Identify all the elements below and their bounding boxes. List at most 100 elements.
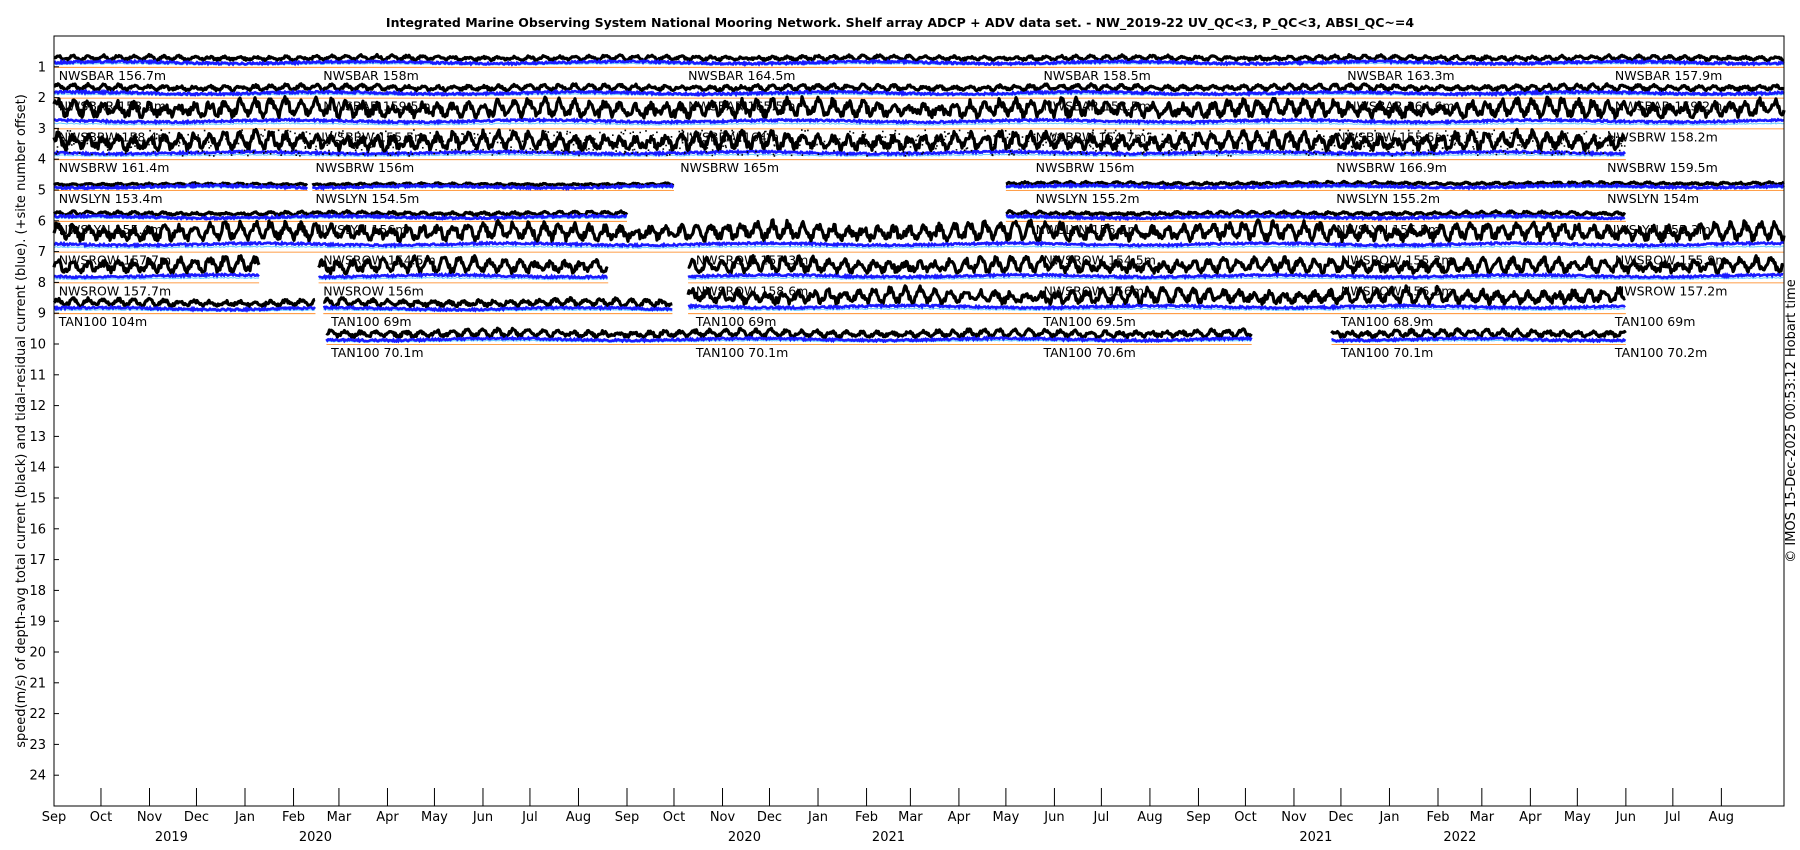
chart-figure: Integrated Marine Observing System Natio… [14,15,1799,845]
total-current-trace [53,52,1785,63]
site-label: NWSLYN 154m [1607,191,1699,206]
site-label: NWSBAR 163.3m [1347,68,1454,83]
total-current-trace [325,326,1253,340]
x-tick-label: Feb [282,810,305,825]
site-label: NWSROW 155.2m [1341,253,1453,268]
year-label: 2021 [1299,830,1332,845]
site-label: NWSBRW 155.5m [1336,129,1447,144]
site-label: NWSROW 154.5m [1043,253,1155,268]
x-tick-label: Sep [1186,810,1211,825]
y-tick-label: 19 [29,615,46,630]
y-tick-label: 14 [29,461,46,476]
year-label: 2020 [299,830,332,845]
residual-current-trace [318,271,608,281]
x-tick-label: Dec [1328,810,1353,825]
y-tick-label: 5 [38,184,46,199]
site-label: NWSBAR 157.9m [1615,68,1722,83]
x-tick-label: Mar [327,810,352,825]
x-tick-label: Feb [1426,810,1449,825]
site-label: NWSLYN 155.2m [1036,191,1140,206]
y-tick-label: 3 [38,122,46,137]
site-label: TAN100 70.6m [1042,345,1135,360]
x-tick-label: Mar [898,810,923,825]
site-label: NWSLYN 153.4m [59,191,163,206]
x-tick-label: Jun [1615,810,1636,825]
x-tick-label: Jun [1043,810,1064,825]
site-label: TAN100 104m [58,314,147,329]
y-tick-label: 22 [29,707,46,722]
site-label: NWSBRW 155.5m [315,129,426,144]
y-tick-label: 15 [29,492,46,507]
y-tick-label: 7 [38,245,46,260]
site-label: TAN100 69m [695,314,776,329]
x-tick-label: Dec [757,810,782,825]
site-label: NWSROW 157.7m [59,253,171,268]
x-tick-label: Jan [1378,810,1399,825]
site-label: NWSROW 157.7m [59,283,171,298]
site-label: NWSLYN 155.2m [1336,191,1440,206]
x-tick-label: Aug [1709,810,1734,825]
site-label: NWSBRW 159.5m [1607,160,1718,175]
site-label: TAN100 69m [1614,314,1695,329]
site-label: NWSBRW 156m [315,160,414,175]
site-label: NWSROW 156.5m [1341,283,1453,298]
site-label: NWSLYN 156m [315,222,407,237]
y-tick-label: 23 [29,738,46,753]
x-tick-label: Apr [376,810,399,825]
x-tick-label: Aug [566,810,591,825]
y-tick-label: 21 [29,676,46,691]
x-tick-label: Jul [521,810,538,825]
site-label: TAN100 69.5m [1042,314,1135,329]
site-label: NWSBAR 156.7m [59,68,166,83]
site-label: NWSLYN 155.4m [59,222,163,237]
y-tick-label: 10 [29,338,46,353]
site-label: NWSLYN 156.5m [1336,222,1440,237]
x-tick-label: Oct [663,810,685,825]
site-label: NWSBAR 165.5m [688,99,795,114]
site-label: NWSLYN 154.5m [315,191,419,206]
site-label: TAN100 70.1m [695,345,788,360]
site-label: NWSBRW 158.4m [59,129,170,144]
site-label: NWSROW 154.5m [323,253,435,268]
x-tick-label: Nov [137,810,163,825]
residual-current-trace [687,302,1626,312]
y-tick-label: 8 [38,276,46,291]
site-label: NWSBRW 166.9m [1336,160,1447,175]
site-label: NWSLYN 156.5m [1036,222,1140,237]
site-label: NWSLYN 155.3m [1607,222,1711,237]
site-label: NWSBRW 154.7m [1036,129,1147,144]
y-tick-label: 1 [38,60,46,75]
site-label: NWSBRW 165m [680,160,779,175]
x-tick-label: Jul [1093,810,1110,825]
total-current-trace [52,218,1786,244]
site-label: NWSROW 157.2m [1615,283,1727,298]
residual-current-trace [53,116,1785,126]
site-label: TAN100 69m [330,314,411,329]
y-tick-label: 12 [29,399,46,414]
site-label: NWSROW 156m [323,283,424,298]
year-label: 2022 [1443,830,1476,845]
site-label: NWSBRW 156m [1036,160,1135,175]
y-tick-label: 13 [29,430,46,445]
x-tick-label: Apr [1519,810,1542,825]
site-label: NWSBAR 158.5m [1043,68,1150,83]
x-tick-label: Jul [1664,810,1681,825]
y-tick-label: 24 [29,769,46,784]
x-tick-label: Nov [1281,810,1307,825]
x-tick-label: Jan [234,810,255,825]
x-tick-label: May [1564,810,1591,825]
x-tick-label: May [421,810,448,825]
total-current-trace [1005,209,1627,218]
total-current-trace [53,81,1785,93]
y-tick-label: 20 [29,646,46,661]
x-tick-label: Nov [710,810,736,825]
site-label: NWSROW 156m [1043,283,1144,298]
total-current-trace [686,284,1626,307]
x-tick-label: Oct [90,810,112,825]
total-current-trace [52,296,316,309]
x-tick-label: Sep [615,810,640,825]
data-traces [52,52,1786,345]
site-label: NWSBAR 158.2m [59,99,166,114]
x-tick-label: Apr [948,810,971,825]
year-labels: 2019 2020 2020 2021 2021 2022 [155,830,1477,845]
